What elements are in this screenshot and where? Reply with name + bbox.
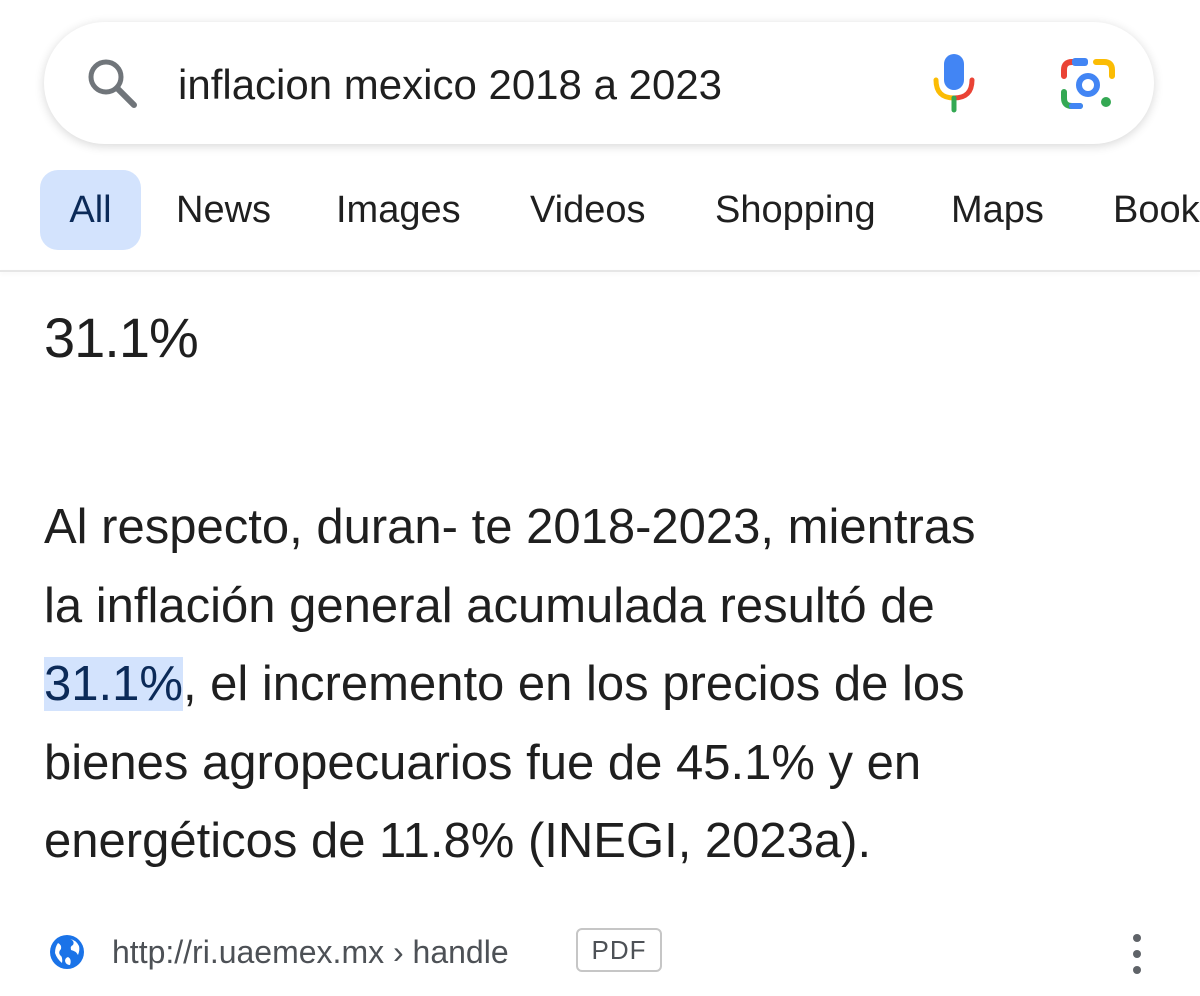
mic-icon[interactable] <box>928 52 980 114</box>
snippet-line: la inflación general acumulada resultó d… <box>44 578 935 633</box>
snippet-line: Al respecto, duran- te 2018-2023, mientr… <box>44 500 976 554</box>
search-icon[interactable] <box>84 55 140 111</box>
featured-answer: 31.1% <box>44 306 199 369</box>
snippet-line: energéticos de 11.8% (INEGI, 2023a). <box>44 814 872 868</box>
snippet-line: 31.1%, el incremento en los precios de l… <box>44 645 1164 724</box>
globe-icon <box>50 935 84 969</box>
tabs-divider <box>0 270 1200 272</box>
tab-books[interactable]: Book <box>1113 170 1200 250</box>
search-input[interactable]: inflacion mexico 2018 a 2023 <box>178 60 722 110</box>
more-vert-icon[interactable] <box>1122 932 1152 976</box>
tab-shopping[interactable]: Shopping <box>715 170 876 250</box>
source-url[interactable]: http://ri.uaemex.mx › handle <box>112 932 509 972</box>
tab-images[interactable]: Images <box>336 170 461 250</box>
tab-videos[interactable]: Videos <box>530 170 646 250</box>
snippet-line-rest: , el incremento en los precios de los <box>182 657 965 711</box>
tab-maps[interactable]: Maps <box>951 170 1044 250</box>
snippet-highlight: 31.1% <box>44 657 183 711</box>
search-tabs: All News Images Videos Shopping Maps Boo… <box>0 170 1200 252</box>
tab-all[interactable]: All <box>40 170 141 250</box>
result-source[interactable]: http://ri.uaemex.mx › handle PDF <box>44 926 1164 982</box>
featured-snippet: Al respecto, duran- te 2018-2023, mientr… <box>44 488 1164 881</box>
google-lens-icon[interactable] <box>1058 54 1118 114</box>
snippet-line: bienes agropecuarios fue de 45.1% y en <box>44 735 922 790</box>
pdf-badge: PDF <box>576 928 662 972</box>
tab-news[interactable]: News <box>176 170 271 250</box>
